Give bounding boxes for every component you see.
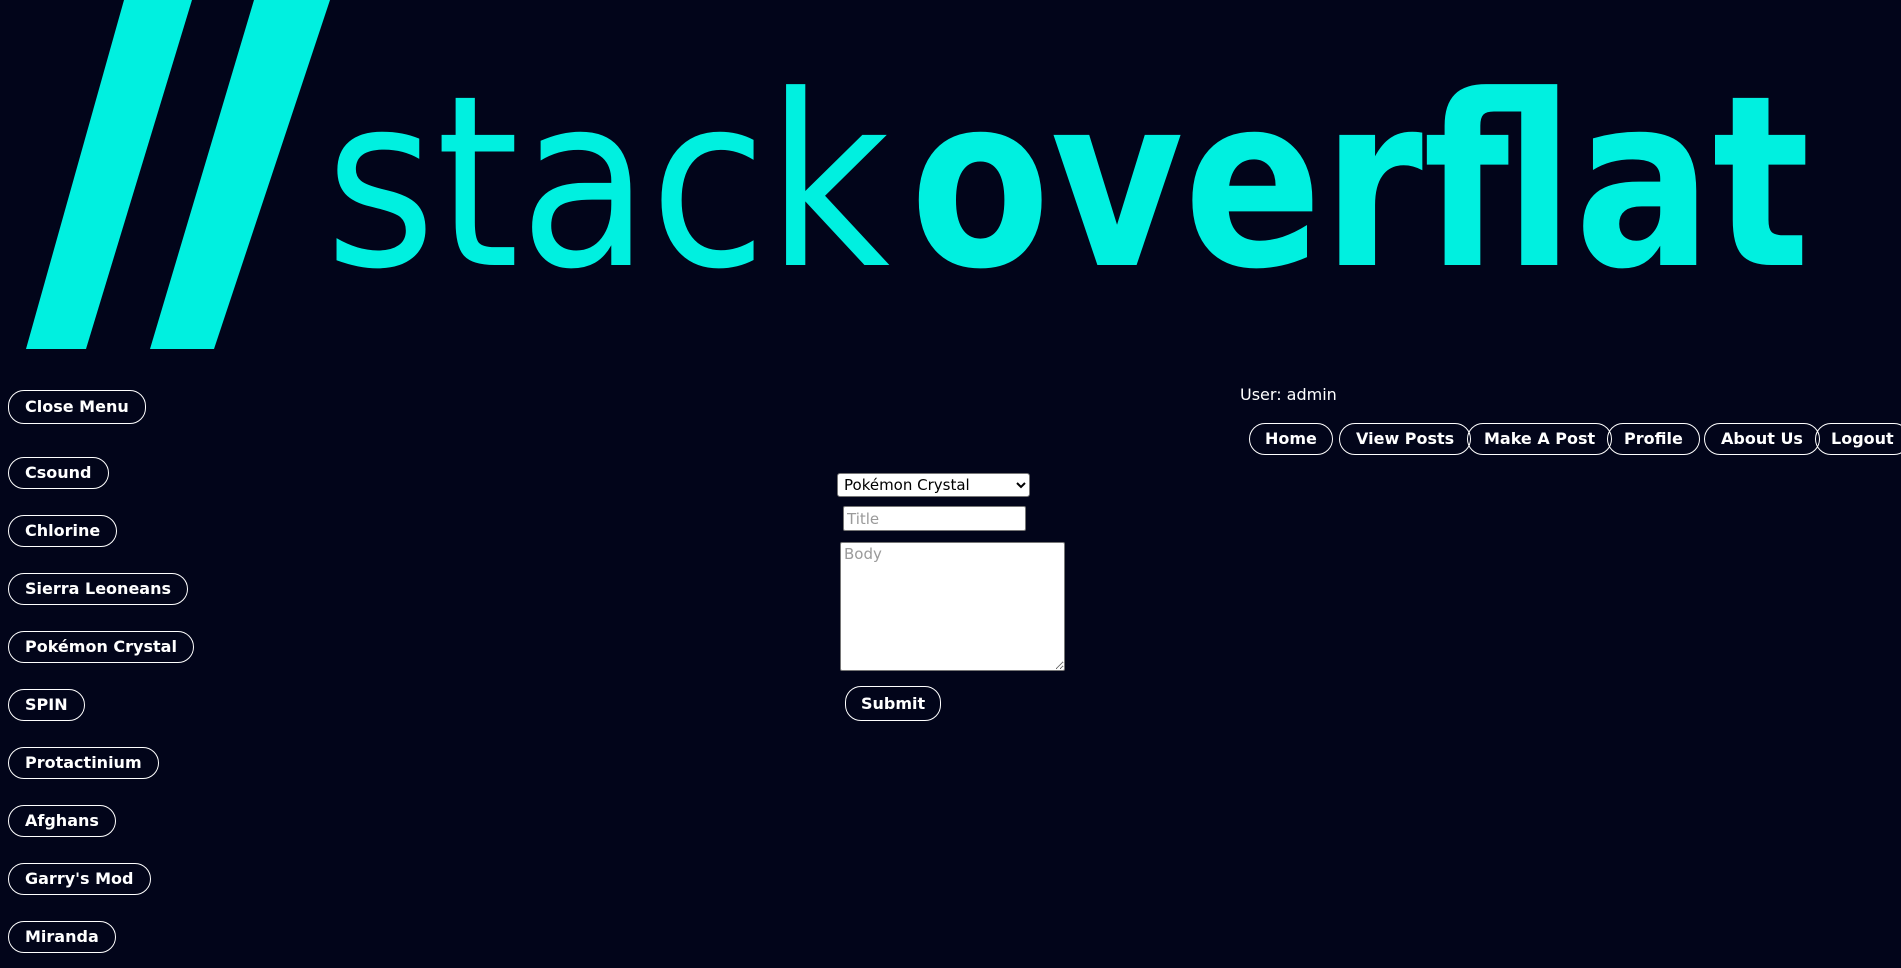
site-logo: stack overflat [0, 0, 1901, 360]
topic-button-garrys-mod[interactable]: Garry's Mod [8, 863, 151, 895]
close-menu-button[interactable]: Close Menu [8, 390, 146, 424]
topic-button-pokemon-crystal[interactable]: Pokémon Crystal [8, 631, 194, 663]
logo-slash-right [150, 0, 330, 349]
topic-select[interactable]: Pokémon Crystal [837, 473, 1030, 497]
topic-button-sierra-leoneans[interactable]: Sierra Leoneans [8, 573, 188, 605]
logo-text-bold: overflat [910, 45, 1810, 322]
nav-profile-button[interactable]: Profile [1607, 423, 1700, 455]
current-user-label: User: admin [1240, 385, 1337, 404]
topic-button-spin[interactable]: SPIN [8, 689, 85, 721]
topic-button-csound[interactable]: Csound [8, 457, 109, 489]
topic-button-afghans[interactable]: Afghans [8, 805, 116, 837]
topic-button-protactinium[interactable]: Protactinium [8, 747, 159, 779]
nav-about-us-button[interactable]: About Us [1704, 423, 1820, 455]
body-textarea[interactable] [840, 542, 1065, 671]
nav-make-post-button[interactable]: Make A Post [1467, 423, 1613, 455]
logo-text-light: stack [325, 45, 890, 322]
nav-logout-button[interactable]: Logout [1815, 423, 1901, 455]
nav-home-button[interactable]: Home [1249, 423, 1333, 455]
submit-button[interactable]: Submit [845, 686, 942, 721]
topic-button-miranda[interactable]: Miranda [8, 921, 116, 953]
nav-view-posts-button[interactable]: View Posts [1339, 423, 1472, 455]
topic-button-chlorine[interactable]: Chlorine [8, 515, 118, 547]
title-input[interactable] [843, 506, 1026, 531]
